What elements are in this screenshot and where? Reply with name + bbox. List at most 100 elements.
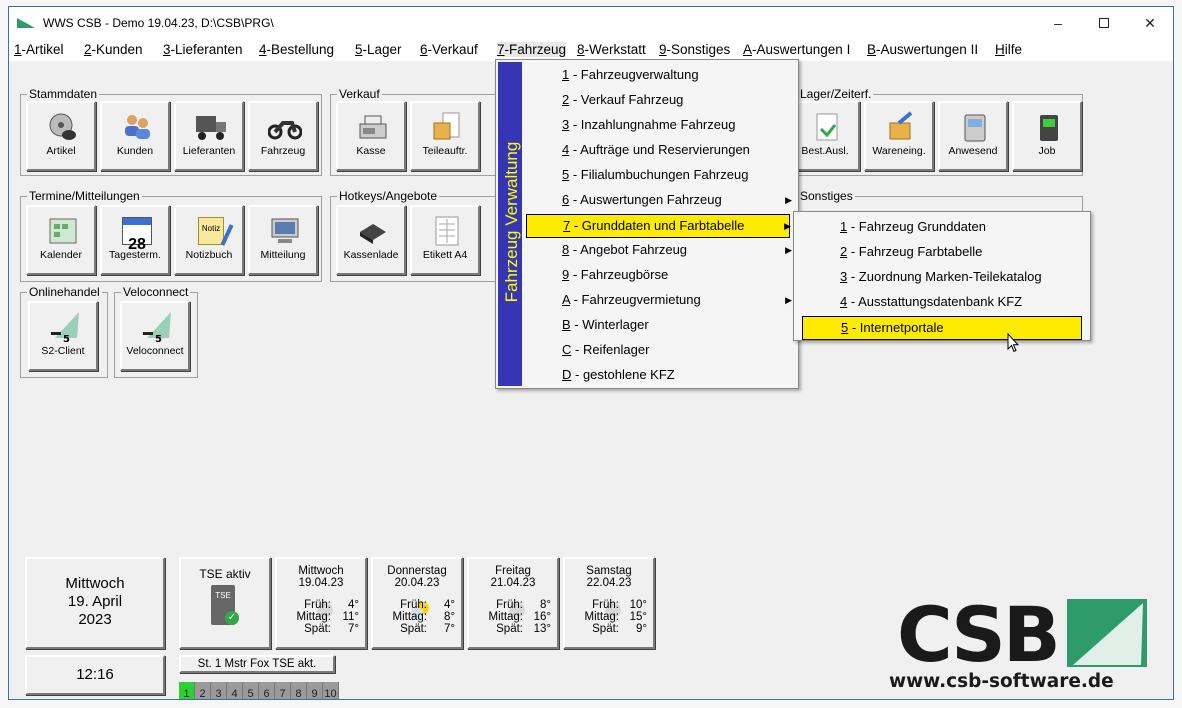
dd-fahrzeugvermietung[interactable]: A - Fahrzeugvermietung ▶ [526,289,792,313]
tile-veloconnect[interactable]: 5 Veloconnect [120,301,190,371]
group-label: Sonstiges [798,189,855,203]
date: 19. April [67,593,123,610]
label-sheet-icon [429,213,465,249]
group-label: Hotkeys/Angebote [337,189,440,203]
menu-lieferanten[interactable]: 3-Lieferanten [163,42,243,57]
dropdown-band: Fahrzeug Verwaltung [498,62,522,386]
tile-notizbuch[interactable]: Notiz Notizbuch [174,205,244,275]
station-led[interactable]: 9 [307,682,323,699]
sm-ausstattungsdatenbank[interactable]: 4 - Ausstattungsdatenbank KFZ [802,291,1082,315]
dd-fahrzeugverwaltung[interactable]: 1 - Fahrzeugverwaltung [526,64,790,88]
sm-internetportale[interactable]: 5 - Internetportale [802,316,1082,340]
station-indicators: 1 2 3 4 5 6 7 8 9 10 [179,682,339,699]
tile-kassenlade[interactable]: Kassenlade [336,205,406,275]
calendar-grid-icon [45,213,81,249]
station-led[interactable]: 4 [227,682,243,699]
menu-fahrzeug[interactable]: 7-Fahrzeug [497,42,567,57]
station-led[interactable]: 1 [179,682,195,699]
veloconnect-logo-icon: 5 [139,309,175,345]
group-label: Onlinehandel [27,285,102,299]
tile-anwesend[interactable]: Anwesend [938,101,1008,171]
tile-job[interactable]: Job [1012,101,1082,171]
cd-mouse-icon [45,109,81,145]
dd-auftraege[interactable]: 4 - Aufträge und Reservierungen [526,139,790,163]
station-led[interactable]: 6 [259,682,275,699]
sm-fahrzeug-farbtabelle[interactable]: 2 - Fahrzeug Farbtabelle [802,241,1082,265]
tile-fahrzeug[interactable]: Fahrzeug [248,101,318,171]
clock: 12:16 [25,655,165,695]
group-label: Stammdaten [27,87,100,101]
menu-artikel[interactable]: 1-Artikel [14,42,64,57]
time-clock-icon [957,109,993,145]
document-arrow-icon [809,109,845,145]
tile-lieferanten[interactable]: Lieferanten [174,101,244,171]
dd-verkauf-fahrzeug[interactable]: 2 - Verkauf Fahrzeug [526,89,790,113]
menu-sonstiges[interactable]: 9-Sonstiges [659,42,730,57]
calendar-day-icon: 28 [119,213,155,253]
tile-s2-client[interactable]: 5 S2-Client [28,301,98,371]
job-terminal-icon [1031,109,1067,145]
dd-reifenlager[interactable]: C - Reifenlager [526,339,790,363]
dd-angebot-fahrzeug[interactable]: 8 - Angebot Fahrzeug ▶ [526,239,792,263]
station-led[interactable]: 8 [291,682,307,699]
group-label: Lager/Zeiterf. [798,87,874,101]
menu-bestellung[interactable]: 4-Bestellung [259,42,334,57]
group-termine: Termine/Mitteilungen Kalender 28 Tageste… [20,189,322,282]
motorcycle-icon [267,109,303,145]
notepad-icon: Notiz [193,213,234,249]
submenu-arrow-icon: ▶ [784,221,791,231]
date-panel: Mittwoch 19. April 2023 [25,557,165,649]
svg-text:5: 5 [155,334,162,344]
dd-gestohlene-kfz[interactable]: D - gestohlene KFZ [526,364,790,388]
tile-best-ausl[interactable]: Best.Ausl. [790,101,860,171]
cash-register-icon [355,109,391,145]
menu-auswertungen-2[interactable]: B-Auswertungen II [867,42,978,57]
station-led[interactable]: 10 [323,682,339,699]
group-onlinehandel: Onlinehandel 5 S2-Client [20,285,108,378]
csb-logo: CSB www.csb-software.de [887,595,1153,693]
tile-mitteilung[interactable]: Mitteilung [248,205,318,275]
tile-etikett-a4[interactable]: Etikett A4 [410,205,480,275]
group-label: Termine/Mitteilungen [27,189,142,203]
station-led[interactable]: 3 [211,682,227,699]
app-window: WWS CSB - Demo 19.04.23, D:\CSB\PRG\ – ✕… [8,6,1174,700]
station-led[interactable]: 7 [275,682,291,699]
tile-kalender[interactable]: Kalender [26,205,96,275]
tile-kunden[interactable]: Kunden [100,101,170,171]
box-arrow-icon [883,109,919,145]
dd-inzahlungnahme[interactable]: 3 - Inzahlungnahme Fahrzeug [526,114,790,138]
submenu-arrow-icon: ▶ [785,245,792,255]
tile-tagestermine[interactable]: 28 Tagesterm. [100,205,170,275]
minimize-button[interactable]: – [1035,7,1081,39]
dd-filialumbuchungen[interactable]: 5 - Filialumbuchungen Fahrzeug [526,164,790,188]
tile-wareneingang[interactable]: Wareneing. [864,101,934,171]
tse-panel[interactable]: TSE aktiv TSE ✓ [179,557,271,649]
sm-zuordnung-marken[interactable]: 3 - Zuordnung Marken-Teilekatalog [802,266,1082,290]
sm-fahrzeug-grunddaten[interactable]: 1 - Fahrzeug Grunddaten [802,216,1082,240]
tile-artikel[interactable]: Artikel [26,101,96,171]
csb-url: www.csb-software.de [889,671,1114,692]
grunddaten-submenu: 1 - Fahrzeug Grunddaten 2 - Fahrzeug Far… [793,211,1091,341]
menu-werkstatt[interactable]: 8-Werkstatt [577,42,646,57]
tile-kasse[interactable]: Kasse [336,101,406,171]
svg-text:5: 5 [63,334,70,344]
menu-lager[interactable]: 5-Lager [355,42,402,57]
dd-auswertungen-fahrzeug[interactable]: 6 - Auswertungen Fahrzeug ▶ [526,189,792,213]
menu-kunden[interactable]: 2-Kunden [84,42,143,57]
dd-grunddaten[interactable]: 7 - Grunddaten und Farbtabelle ▶ [526,214,791,238]
minimize-icon: – [1054,15,1062,31]
dd-winterlager[interactable]: B - Winterlager [526,314,790,338]
station-led[interactable]: 5 [243,682,259,699]
submenu-arrow-icon: ▶ [785,295,792,305]
close-button[interactable]: ✕ [1127,7,1173,39]
tile-teileauftraege[interactable]: Teileauftr. [410,101,480,171]
menu-auswertungen-1[interactable]: A-Auswertungen I [743,42,850,57]
menu-hilfe[interactable]: Hilfe [995,42,1022,57]
menu-verkauf[interactable]: 6-Verkauf [420,42,478,57]
csb-wordmark: CSB [897,590,1061,679]
weather-tile: Freitag 21.04.23 Früh: 8° Mittag: 16° Spät… [467,557,559,649]
year: 2023 [78,611,112,628]
dd-fahrzeugboerse[interactable]: 9 - Fahrzeugbörse [526,264,790,288]
station-led[interactable]: 2 [195,682,211,699]
maximize-button[interactable] [1081,7,1127,39]
